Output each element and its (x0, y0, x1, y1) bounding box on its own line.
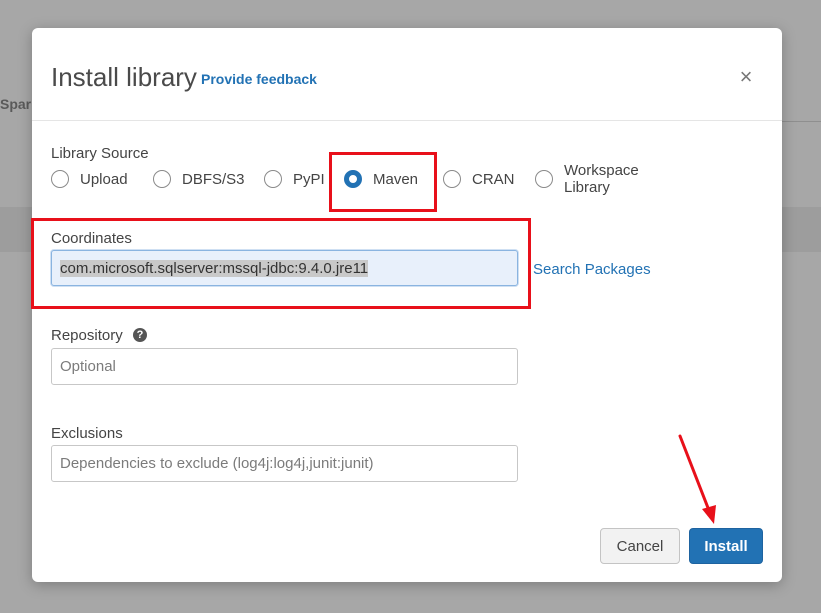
radio-circle[interactable] (443, 170, 461, 188)
search-packages-link[interactable]: Search Packages (533, 261, 651, 278)
radio-circle[interactable] (51, 170, 69, 188)
radio-workspace-library[interactable]: Workspace Library (535, 162, 639, 196)
install-library-dialog: Install library Provide feedback × Libra… (32, 28, 782, 582)
background-tab-label: Spar (0, 96, 32, 112)
coordinates-label: Coordinates (51, 230, 132, 247)
repository-label: Repository (51, 327, 123, 344)
cancel-button[interactable]: Cancel (600, 528, 680, 564)
radio-cran[interactable]: CRAN (443, 168, 515, 190)
install-button[interactable]: Install (689, 528, 763, 564)
coordinates-input[interactable]: com.microsoft.sqlserver:mssql-jdbc:9.4.0… (51, 250, 518, 286)
question-circle-icon[interactable]: ? (133, 328, 147, 342)
radio-circle[interactable] (153, 170, 171, 188)
radio-upload[interactable]: Upload (51, 168, 128, 190)
radio-label-dbfs-s3: DBFS/S3 (182, 170, 245, 188)
radio-pypi[interactable]: PyPI (264, 168, 325, 190)
radio-label-workspace-library: Workspace Library (564, 162, 639, 196)
close-icon[interactable]: × (735, 66, 757, 88)
radio-dbfs-s3[interactable]: DBFS/S3 (153, 168, 245, 190)
exclusions-input[interactable] (51, 445, 518, 482)
library-source-label: Library Source (51, 145, 149, 162)
dialog-header: Install library Provide feedback × (32, 28, 782, 121)
dialog-title: Install library (51, 62, 197, 92)
radio-label-cran: CRAN (472, 170, 515, 188)
radio-label-pypi: PyPI (293, 170, 325, 188)
radio-label-upload: Upload (80, 170, 128, 188)
radio-maven[interactable]: Maven (344, 168, 418, 190)
radio-circle[interactable] (264, 170, 282, 188)
provide-feedback-link[interactable]: Provide feedback (201, 71, 317, 87)
coordinates-value: com.microsoft.sqlserver:mssql-jdbc:9.4.0… (60, 259, 369, 277)
radio-circle-checked[interactable] (344, 170, 362, 188)
exclusions-label: Exclusions (51, 425, 123, 442)
background-divider (782, 121, 821, 122)
radio-circle[interactable] (535, 170, 553, 188)
repository-input[interactable] (51, 348, 518, 385)
radio-label-maven: Maven (373, 170, 419, 188)
